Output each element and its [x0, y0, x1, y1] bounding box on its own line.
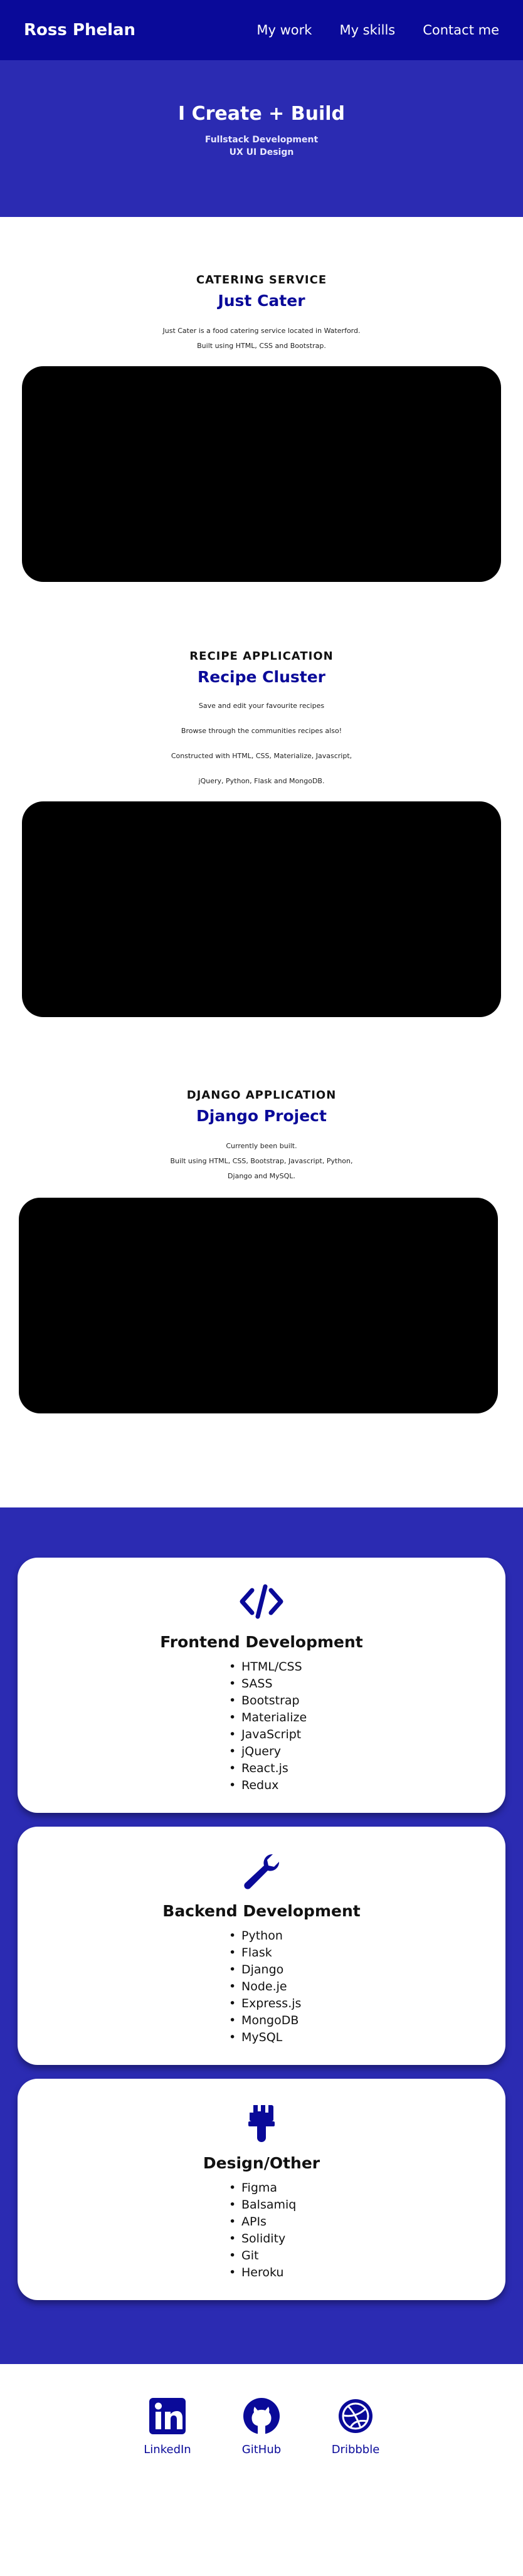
skill-list: Python Flask Django Node.je Express.js M…	[229, 1928, 310, 2046]
skill-card-frontend: Frontend Development HTML/CSS SASS Boots…	[18, 1558, 505, 1813]
skill-item: Bootstrap	[229, 1692, 310, 1709]
footer-link-github[interactable]: GitHub	[233, 2395, 290, 2477]
project-description-line: jQuery, Python, Flask and MongoDB.	[198, 777, 325, 785]
code-icon	[18, 1583, 505, 1620]
footer-link-label[interactable]: Dribbble	[332, 2443, 380, 2456]
footer-link-dribbble[interactable]: Dribbble	[327, 2395, 384, 2477]
skill-item: Solidity	[229, 2230, 310, 2247]
footer: LinkedIn GitHub Dribbble	[0, 2364, 523, 2477]
skill-item: MySQL	[229, 2029, 310, 2046]
dribbble-icon[interactable]	[337, 2395, 374, 2437]
project-title: Just Cater	[218, 292, 305, 310]
skill-list: HTML/CSS SASS Bootstrap Materialize Java…	[229, 1659, 310, 1794]
project-category: CATERING SERVICE	[196, 273, 327, 287]
project-screenshot[interactable]	[22, 801, 501, 1017]
project-description: Just Cater is a food catering service lo…	[0, 324, 523, 354]
project-title: Recipe Cluster	[198, 668, 325, 686]
project-description-line: Django and MySQL.	[228, 1172, 295, 1180]
hero-title: I Create + Build	[178, 103, 345, 125]
skill-item: Figma	[229, 2180, 310, 2197]
top-navbar: Ross Phelan My work My skills Contact me	[0, 0, 523, 60]
project-category: DJANGO APPLICATION	[186, 1089, 337, 1102]
hero-line-ux-ui: UX UI Design	[229, 147, 294, 157]
paint-brush-icon	[18, 2104, 505, 2142]
skill-item: React.js	[229, 1760, 310, 1777]
project-category: RECIPE APPLICATION	[189, 650, 334, 663]
wrench-icon	[18, 1852, 505, 1889]
skill-item: Python	[229, 1928, 310, 1945]
skill-card-title: Frontend Development	[160, 1633, 363, 1651]
skill-item: Express.js	[229, 1995, 310, 2012]
linkedin-icon[interactable]	[149, 2395, 186, 2437]
hero-section: I Create + Build Fullstack Development U…	[0, 60, 523, 217]
skill-card-design: Design/Other Figma Balsamiq APIs Solidit…	[18, 2079, 505, 2300]
skill-item: Materialize	[229, 1709, 310, 1726]
skill-item: Git	[229, 2247, 310, 2264]
hero-line-fullstack: Fullstack Development	[204, 135, 319, 145]
skill-item: SASS	[229, 1676, 310, 1692]
footer-link-label[interactable]: GitHub	[242, 2443, 281, 2456]
github-icon[interactable]	[243, 2395, 280, 2437]
project-title: Django Project	[196, 1107, 327, 1125]
skill-item: jQuery	[229, 1743, 310, 1760]
project-description-line: Constructed with HTML, CSS, Materialize,…	[171, 752, 352, 760]
skill-item: Redux	[229, 1777, 310, 1794]
skills-section: Frontend Development HTML/CSS SASS Boots…	[0, 1507, 523, 2364]
nav-link-my-work[interactable]: My work	[256, 23, 312, 38]
project-screenshot[interactable]	[22, 366, 501, 582]
project-description-line: Built using HTML, CSS, Bootstrap, Javasc…	[170, 1157, 353, 1165]
project-just-cater: CATERING SERVICE Just Cater Just Cater i…	[0, 217, 523, 582]
skill-item: JavaScript	[229, 1726, 310, 1743]
footer-link-label[interactable]: LinkedIn	[144, 2443, 191, 2456]
skill-item: Node.je	[229, 1978, 310, 1995]
nav-link-my-skills[interactable]: My skills	[339, 23, 395, 38]
brand-name[interactable]: Ross Phelan	[24, 21, 135, 40]
project-recipe-cluster: RECIPE APPLICATION Recipe Cluster Save a…	[0, 582, 523, 1017]
project-description: Save and edit your favourite recipes Bro…	[0, 694, 523, 794]
skill-item: Flask	[229, 1945, 310, 1961]
project-django: DJANGO APPLICATION Django Project Curren…	[0, 1017, 523, 1413]
skill-item: MongoDB	[229, 2012, 310, 2029]
project-screenshot[interactable]	[19, 1198, 498, 1413]
skill-card-title: Backend Development	[162, 1902, 361, 1920]
project-description: Currently been built. Built using HTML, …	[0, 1139, 523, 1184]
skill-item: Django	[229, 1961, 310, 1978]
skill-item: HTML/CSS	[229, 1659, 310, 1676]
project-description-line: Browse through the communities recipes a…	[181, 727, 342, 735]
footer-link-linkedin[interactable]: LinkedIn	[139, 2395, 196, 2477]
project-description-line: Built using HTML, CSS and Bootstrap.	[197, 342, 326, 350]
project-description-line: Save and edit your favourite recipes	[198, 702, 325, 710]
nav-link-contact-me[interactable]: Contact me	[423, 23, 499, 38]
project-description-line: Currently been built.	[226, 1142, 297, 1150]
nav-links: My work My skills Contact me	[256, 23, 499, 38]
skill-item: APIs	[229, 2214, 310, 2230]
skill-item: Balsamiq	[229, 2197, 310, 2214]
skill-card-backend: Backend Development Python Flask Django …	[18, 1827, 505, 2065]
project-description-line: Just Cater is a food catering service lo…	[162, 327, 361, 335]
skill-item: Heroku	[229, 2264, 310, 2281]
skill-card-title: Design/Other	[203, 2154, 320, 2172]
skill-list: Figma Balsamiq APIs Solidity Git Heroku	[229, 2180, 310, 2281]
